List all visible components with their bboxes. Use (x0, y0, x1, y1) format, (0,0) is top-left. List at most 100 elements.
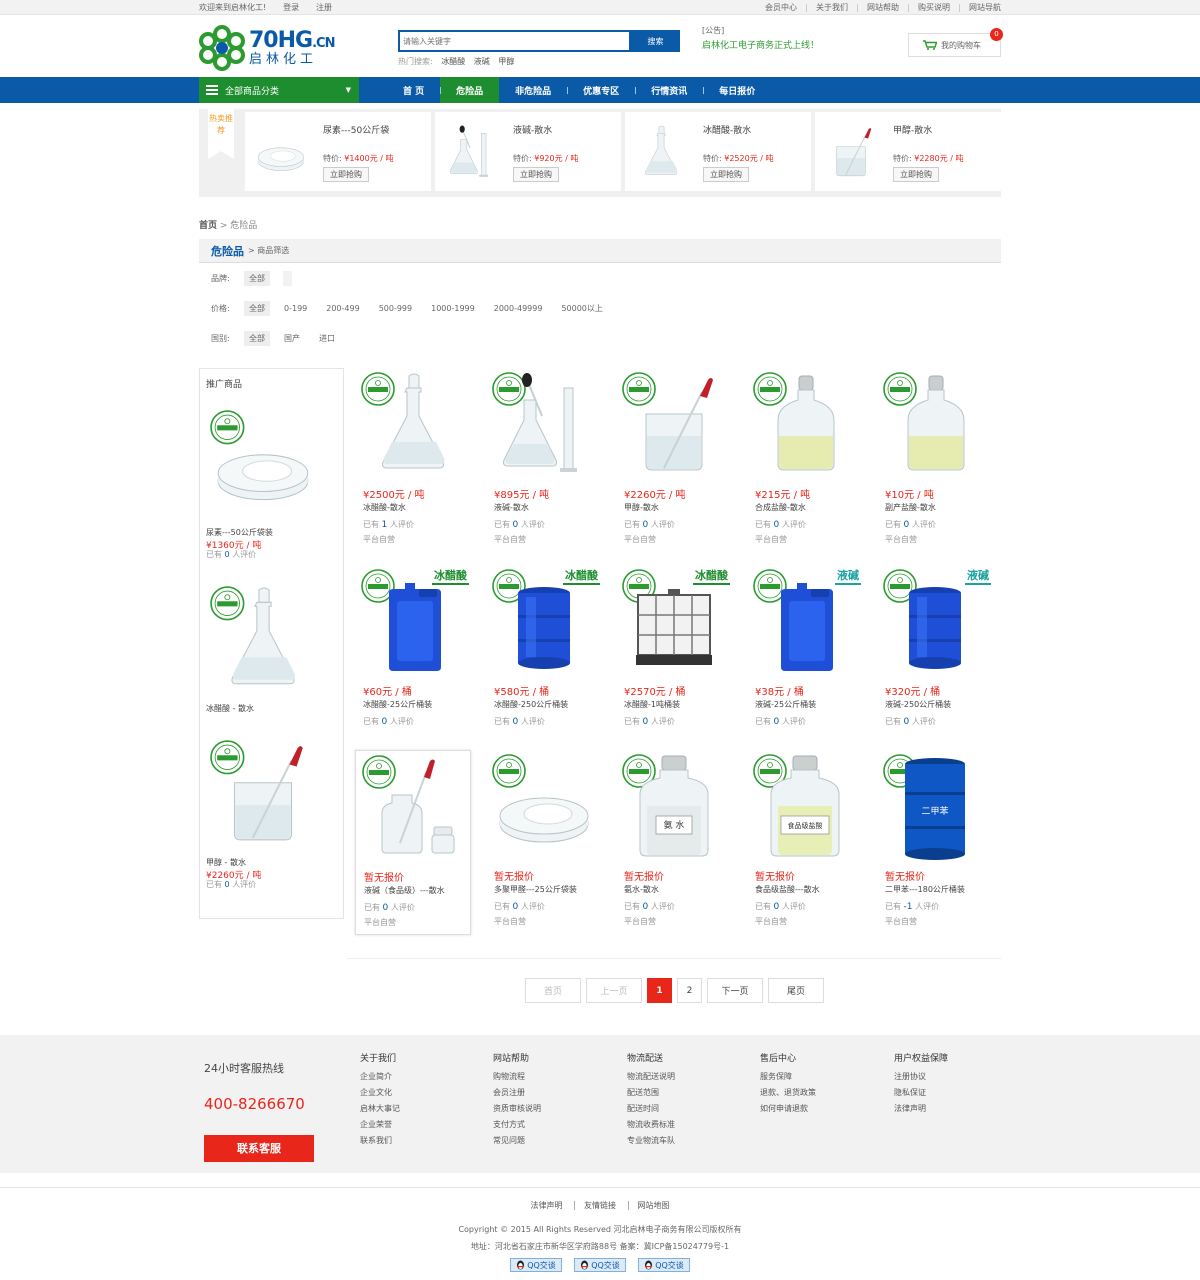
product-name[interactable]: 冰醋酸-250公斤桶装 (494, 699, 568, 710)
footer-link[interactable]: 资质审核说明 (493, 1101, 541, 1117)
product-image[interactable] (443, 120, 499, 186)
qq-chat-button[interactable]: QQ交谈 (638, 1258, 690, 1272)
product-name[interactable]: 冰醋酸-散水 (363, 502, 406, 513)
footer-link[interactable]: 配送时间 (627, 1101, 675, 1117)
product-image[interactable] (490, 752, 598, 864)
product-card[interactable]: 氨 水暂无报价 氨水-散水 已有 0 人评价 平台自营 (616, 750, 732, 935)
filter-option[interactable]: 0-199 (279, 302, 312, 315)
product-card[interactable]: 液碱 ¥320元 / 桶液碱-250公斤桶装 已有 0 人评价 (877, 565, 993, 750)
product-image[interactable] (633, 120, 689, 186)
register-link[interactable]: 注册 (316, 3, 332, 12)
product-image[interactable] (208, 403, 318, 527)
hot-term-1[interactable]: 液碱 (474, 57, 490, 66)
product-name[interactable]: 氨水-散水 (624, 884, 659, 895)
promo-item-name[interactable]: 甲醇 - 散水 (206, 857, 338, 868)
qq-chat-button[interactable]: QQ交谈 (574, 1258, 626, 1272)
product-name[interactable]: 二甲苯---180公斤桶装 (885, 884, 965, 895)
filter-option[interactable]: 国产 (279, 331, 305, 346)
nav-promotions[interactable]: 优惠专区 (567, 77, 635, 103)
product-card[interactable]: 食品级盐酸 暂无报价 食品级盐酸---散水 已有 0 人评价 平台自营 (747, 750, 863, 935)
nav-daily-quotes[interactable]: 每日报价 (703, 77, 771, 103)
buy-now-button[interactable]: 立即抢购 (513, 167, 559, 182)
filter-option[interactable]: 全部 (244, 330, 270, 346)
footer-link[interactable]: 物流配送说明 (627, 1069, 675, 1085)
product-name[interactable]: 合成盐酸-散水 (755, 502, 806, 513)
product-card[interactable]: 液碱 ¥38元 / 桶液碱-25公斤桶装 已有 0 人评价 (747, 565, 863, 750)
product-card[interactable]: 二甲苯 暂无报价 二甲苯---180公斤桶装 已有 -1 人评价 平台自营 (877, 750, 993, 935)
top-link-sitemap[interactable]: 网站导航 (959, 3, 1001, 12)
filter-option[interactable]: 全部 (244, 270, 270, 286)
bottom-link-friends[interactable]: 友情链接 (574, 1201, 625, 1210)
hot-item[interactable]: 甲醇-散水 特价: ¥2280元 / 吨立即抢购 (815, 112, 1001, 191)
footer-link[interactable]: 常见问题 (493, 1133, 541, 1149)
promo-item-name[interactable]: 尿素---50公斤袋装 (206, 527, 338, 538)
breadcrumb-home[interactable]: 首页 (199, 221, 217, 231)
hot-item-name[interactable]: 液碱-散水 (513, 123, 552, 136)
footer-link[interactable]: 隐私保证 (894, 1085, 948, 1101)
buy-now-button[interactable]: 立即抢购 (323, 167, 369, 182)
footer-link[interactable]: 退款、退货政策 (760, 1085, 816, 1101)
all-categories-button[interactable]: 全部商品分类 ▼ (199, 77, 359, 103)
filter-option[interactable]: 进口 (314, 331, 340, 346)
filter-option[interactable]: 50000以上 (556, 301, 607, 316)
product-name[interactable]: 副产盐酸-散水 (885, 502, 936, 513)
notice-message[interactable]: 启林化工电子商务正式上线！ (702, 38, 819, 51)
hot-item-name[interactable]: 尿素---50公斤袋 (323, 123, 389, 136)
bottom-link-sitemap[interactable]: 网站地图 (627, 1201, 679, 1210)
product-card[interactable]: 冰醋酸 ¥580元 / 桶冰醋酸-250公斤桶装 已有 0 人评价 (486, 565, 602, 750)
bottom-link-legal[interactable]: 法律声明 (521, 1201, 571, 1210)
product-image[interactable] (359, 370, 467, 482)
hot-item-name[interactable]: 甲醇-散水 (893, 123, 932, 136)
footer-link[interactable]: 企业荣誉 (360, 1117, 400, 1133)
filter-option[interactable]: 2000-49999 (489, 302, 548, 315)
nav-non-hazardous[interactable]: 非危险品 (499, 77, 567, 103)
pager-prev[interactable]: 上一页 (586, 978, 642, 1003)
product-image[interactable] (208, 579, 318, 703)
top-link-about[interactable]: 关于我们 (806, 3, 857, 12)
hot-item-name[interactable]: 冰醋酸-散水 (703, 123, 751, 136)
pager-last[interactable]: 尾页 (768, 978, 824, 1003)
pager-first[interactable]: 首页 (525, 978, 581, 1003)
product-card[interactable]: 冰醋酸 ¥60元 / 桶冰醋酸-25公斤桶装 已有 0 人评价 (355, 565, 471, 750)
pager-page-2[interactable]: 2 (677, 978, 702, 1003)
product-card[interactable]: 暂无报价 液碱（食品级）---散水 已有 0 人评价 平台自营 (355, 750, 471, 935)
nav-home[interactable]: 首 页 (387, 77, 440, 103)
footer-link[interactable]: 启林大事记 (360, 1101, 400, 1117)
pager-next[interactable]: 下一页 (707, 978, 763, 1003)
footer-link[interactable]: 注册协议 (894, 1069, 948, 1085)
pager-page-1[interactable]: 1 (647, 978, 672, 1003)
product-name[interactable]: 液碱-25公斤桶装 (755, 699, 816, 710)
search-input[interactable] (398, 30, 631, 52)
product-image[interactable] (620, 370, 728, 482)
product-image[interactable]: 食品级盐酸 (751, 752, 859, 864)
product-image[interactable]: 氨 水 (620, 752, 728, 864)
product-image[interactable] (823, 120, 879, 186)
footer-link[interactable]: 企业文化 (360, 1085, 400, 1101)
footer-link[interactable]: 配送范围 (627, 1085, 675, 1101)
product-card[interactable]: ¥2260元 / 吨甲醇-散水 已有 0 人评价 平台自营 (616, 368, 732, 553)
product-image[interactable] (208, 733, 318, 857)
product-name[interactable]: 液碱（食品级）---散水 (364, 885, 445, 896)
product-card[interactable]: ¥895元 / 吨液碱-散水 已有 0 人评价 平台自营 (486, 368, 602, 553)
buy-now-button[interactable]: 立即抢购 (703, 167, 749, 182)
footer-link[interactable]: 服务保障 (760, 1069, 816, 1085)
product-name[interactable]: 冰醋酸-25公斤桶装 (363, 699, 432, 710)
contact-service-button[interactable]: 联系客服 (204, 1135, 314, 1162)
product-image[interactable] (751, 370, 859, 482)
top-link-purchase[interactable]: 购买说明 (908, 3, 959, 12)
filter-option[interactable]: 全部 (244, 300, 270, 316)
filter-option-blank[interactable] (283, 270, 292, 286)
product-name[interactable]: 液碱-250公斤桶装 (885, 699, 951, 710)
footer-link[interactable]: 企业简介 (360, 1069, 400, 1085)
product-image[interactable] (881, 370, 989, 482)
qq-chat-button[interactable]: QQ交谈 (510, 1258, 562, 1272)
hot-item[interactable]: 液碱-散水 特价: ¥920元 / 吨立即抢购 (435, 112, 621, 191)
product-name[interactable]: 冰醋酸-1吨桶装 (624, 699, 680, 710)
footer-link[interactable]: 会员注册 (493, 1085, 541, 1101)
product-card[interactable]: 冰醋酸 ¥2570元 / 桶冰醋酸-1吨桶装 已有 0 人评价 (616, 565, 732, 750)
product-card[interactable]: 暂无报价 多聚甲醛---25公斤袋装 已有 0 人评价 平台自营 (486, 750, 602, 935)
product-card[interactable]: ¥10元 / 吨副产盐酸-散水 已有 0 人评价 平台自营 (877, 368, 993, 553)
product-name[interactable]: 甲醇-散水 (624, 502, 659, 513)
filter-option[interactable]: 500-999 (374, 302, 417, 315)
top-link-help[interactable]: 网站帮助 (857, 3, 908, 12)
